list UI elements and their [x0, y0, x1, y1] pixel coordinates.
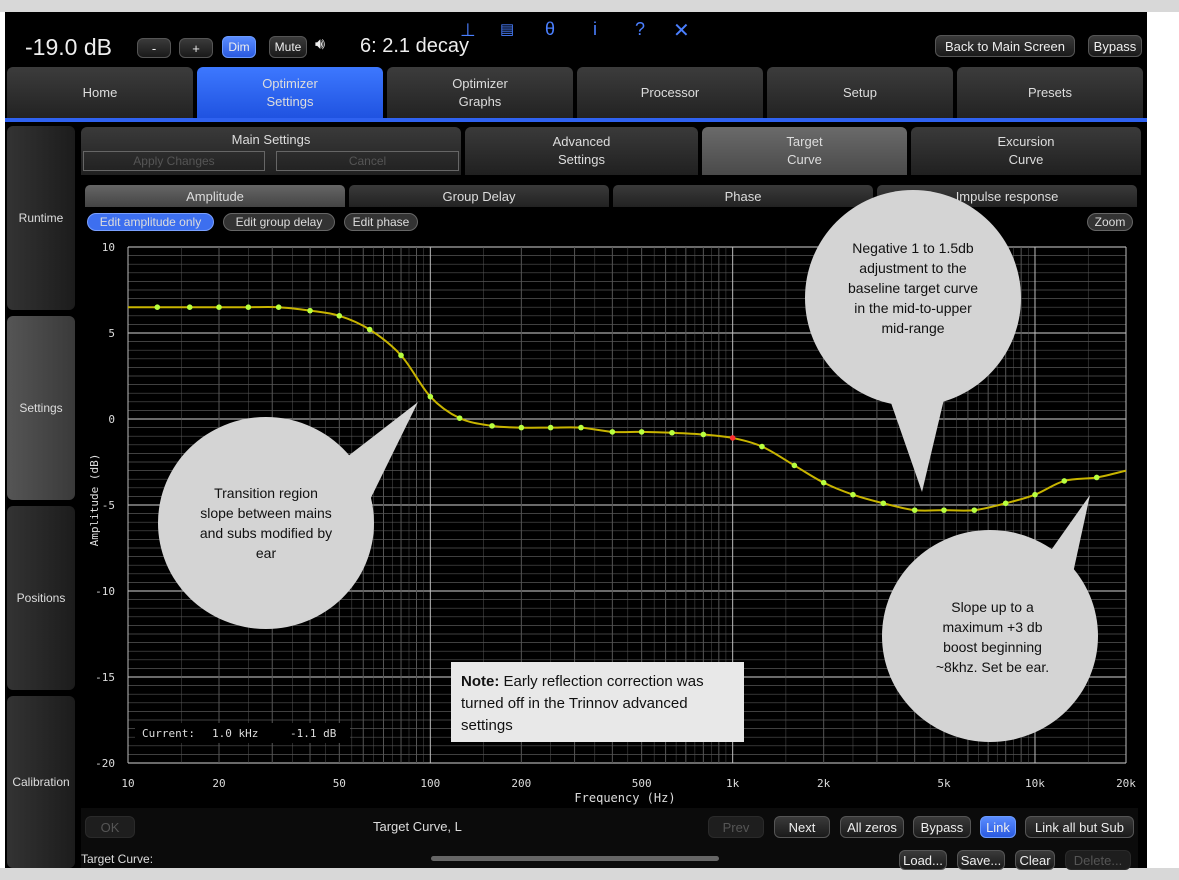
delete-button[interactable]: Delete... [1065, 850, 1131, 870]
control-point[interactable] [427, 393, 434, 400]
clear-button[interactable]: Clear [1015, 850, 1055, 870]
y-tick-label: -15 [95, 671, 115, 684]
control-point[interactable] [578, 424, 584, 431]
control-point[interactable] [820, 479, 827, 486]
control-point[interactable] [1002, 500, 1009, 507]
save-button[interactable]: Save... [957, 850, 1005, 870]
control-point[interactable] [1093, 474, 1100, 481]
control-point[interactable] [154, 304, 161, 311]
x-tick-label: 20k [1116, 777, 1136, 790]
control-point[interactable] [759, 443, 765, 450]
next-button[interactable]: Next [774, 816, 830, 838]
control-point[interactable] [700, 431, 707, 438]
control-point[interactable] [941, 507, 947, 513]
control-point[interactable] [307, 307, 313, 314]
footer-panel: OK Target Curve, L Prev Next All zeros B… [81, 808, 1138, 870]
footer-title: Target Curve, L [373, 819, 462, 834]
ok-button[interactable]: OK [85, 816, 135, 838]
load-button[interactable]: Load... [899, 850, 947, 870]
readout-frequency: 1.0 kHz [212, 727, 258, 740]
prev-button[interactable]: Prev [708, 816, 764, 838]
x-tick-label: 1k [726, 777, 740, 790]
callout-slope-text: Slope up to a maximum +3 db boost beginn… [935, 599, 1050, 675]
x-tick-label: 10k [1025, 777, 1045, 790]
x-tick-label: 200 [511, 777, 531, 790]
control-point[interactable] [398, 352, 404, 359]
control-point[interactable] [216, 304, 222, 311]
control-point[interactable] [880, 500, 887, 507]
x-tick-label: 2k [817, 777, 831, 790]
x-tick-label: 5k [937, 777, 951, 790]
x-tick-label: 10 [121, 777, 134, 790]
control-point[interactable] [489, 423, 495, 429]
link-button[interactable]: Link [980, 816, 1016, 838]
control-point[interactable] [971, 507, 978, 513]
control-point[interactable] [669, 429, 675, 436]
y-tick-label: 5 [108, 327, 115, 340]
control-point[interactable] [456, 415, 463, 421]
note-text: Note: Early reflection correction was tu… [461, 671, 741, 737]
link-all-but-sub-button[interactable]: Link all but Sub [1025, 816, 1134, 838]
x-axis-label: Frequency (Hz) [574, 791, 675, 805]
control-point[interactable] [791, 462, 798, 469]
control-point[interactable] [638, 429, 645, 435]
y-tick-label: -20 [95, 757, 115, 770]
x-tick-label: 20 [212, 777, 225, 790]
amplitude-chart[interactable]: 10 20 50 100 200 500 1k 2k 5k 10k 20k1050-5-10-15-… [0, 0, 1179, 880]
control-point[interactable] [275, 304, 282, 311]
callout-transition-text: Transition region slope between mains an… [199, 485, 333, 561]
target-curve-slider[interactable] [431, 856, 719, 861]
control-point[interactable] [547, 424, 554, 431]
y-tick-label: -10 [95, 585, 115, 598]
x-tick-label: 500 [632, 777, 652, 790]
control-point[interactable] [609, 429, 616, 435]
control-point[interactable] [366, 326, 373, 333]
control-point[interactable] [911, 507, 918, 513]
control-point[interactable] [850, 491, 856, 498]
callout-negative-text: Negative 1 to 1.5db adjustment to the ba… [848, 240, 978, 336]
target-curve-label: Target Curve: [81, 852, 154, 866]
control-point[interactable] [1061, 478, 1068, 484]
y-tick-label: 0 [108, 413, 115, 426]
readout-label: Current: [142, 727, 195, 740]
selected-control-point[interactable] [729, 435, 736, 441]
control-point[interactable] [1032, 491, 1038, 498]
note-label: Note: [461, 673, 500, 690]
y-tick-label: 10 [102, 241, 115, 254]
control-point[interactable] [186, 304, 193, 311]
control-point[interactable] [518, 424, 525, 431]
control-point[interactable] [245, 304, 252, 311]
x-tick-label: 50 [333, 777, 346, 790]
all-zeros-button[interactable]: All zeros [840, 816, 904, 838]
y-tick-label: -5 [102, 499, 115, 512]
readout-amplitude: -1.1 dB [290, 727, 337, 740]
x-tick-label: 100 [420, 777, 440, 790]
control-point[interactable] [336, 313, 343, 319]
bypass-button[interactable]: Bypass [913, 816, 971, 838]
y-axis-label: Amplitude (dB) [88, 454, 101, 547]
